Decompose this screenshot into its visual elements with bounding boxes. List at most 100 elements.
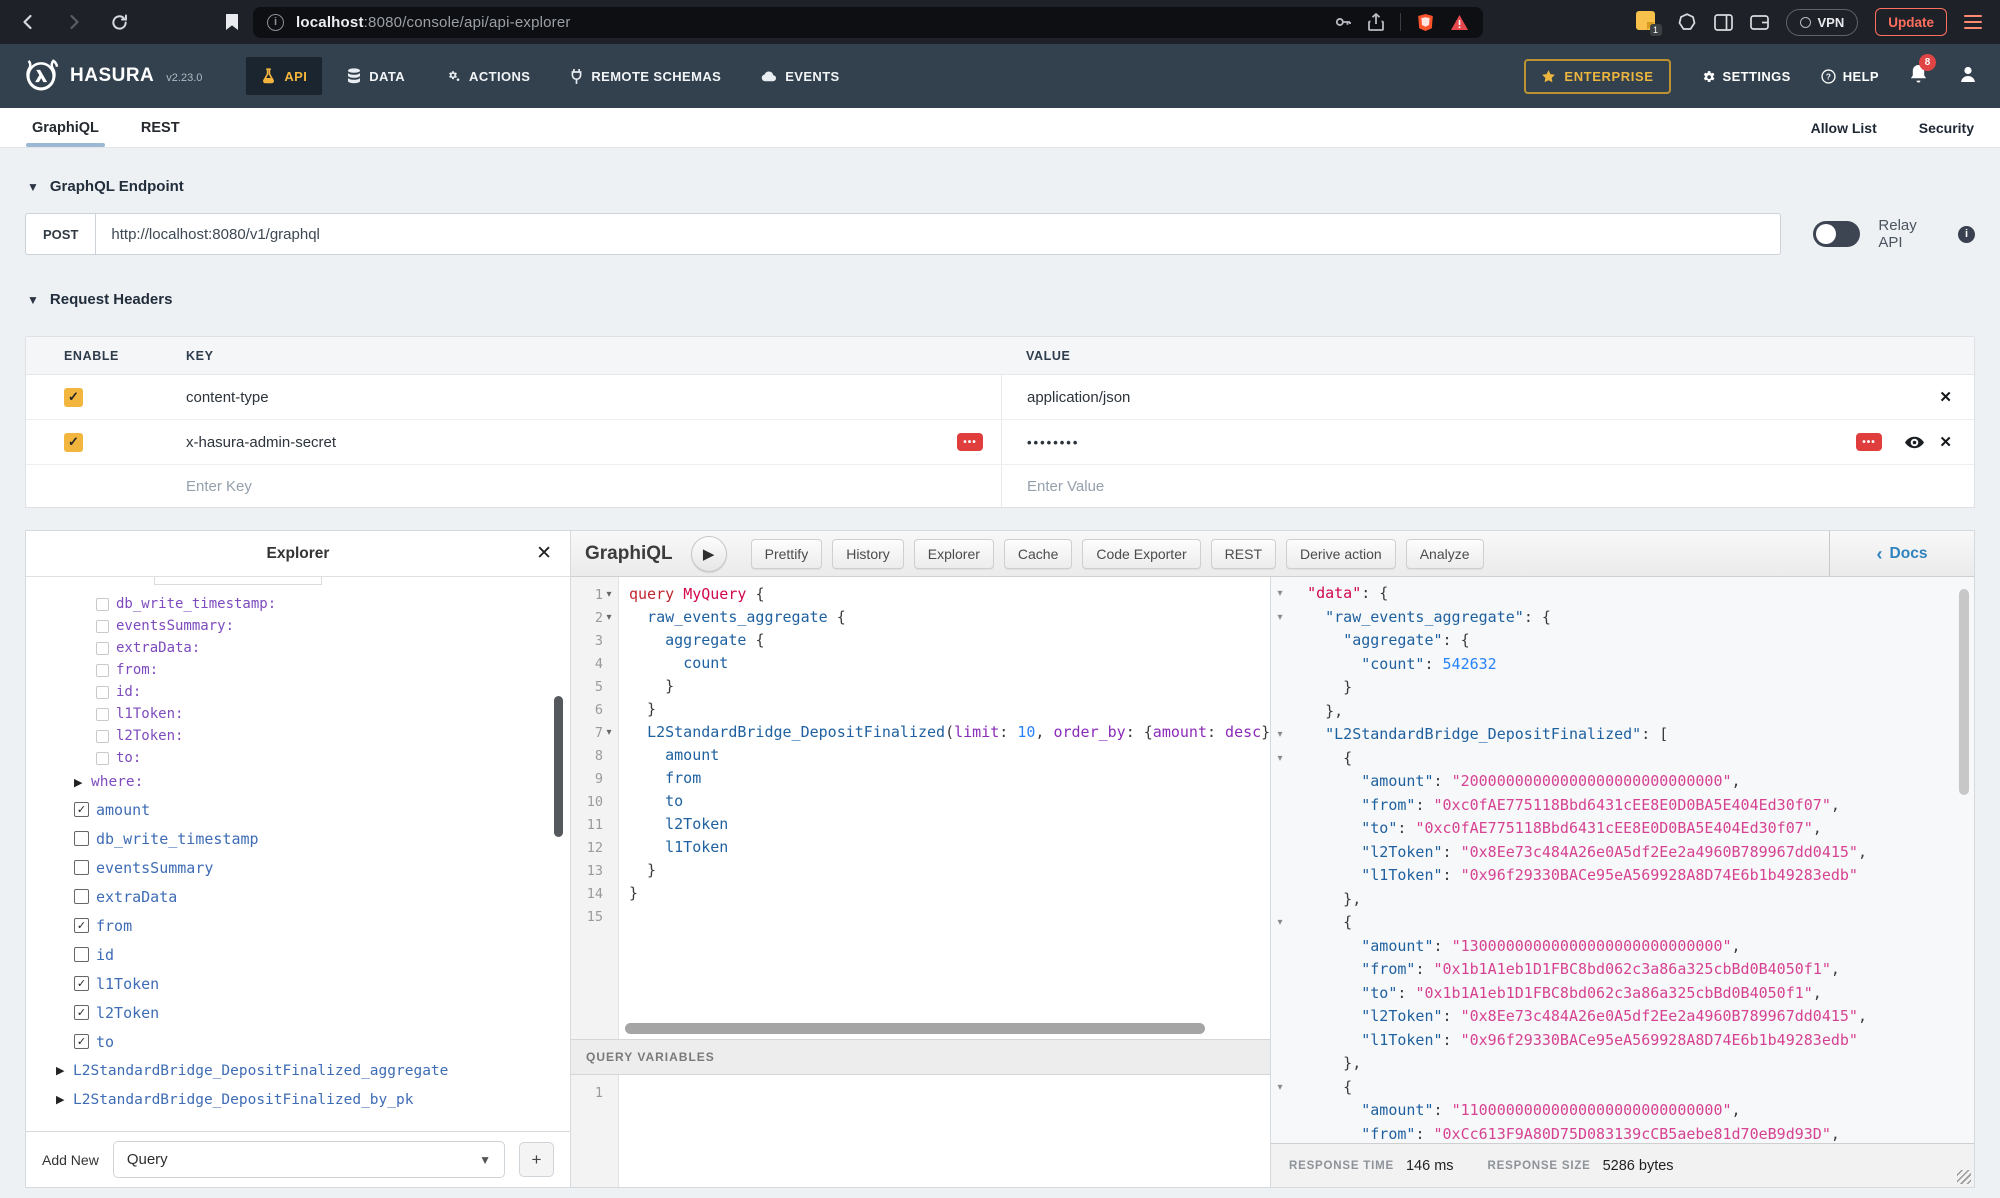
- code-exporter-button[interactable]: Code Exporter: [1082, 539, 1200, 569]
- back-icon[interactable]: [18, 12, 38, 32]
- menu-icon[interactable]: [1964, 15, 1982, 30]
- explorer-node-l2standardbridge-depositfinalized-aggregate[interactable]: ▶L2StandardBridge_DepositFinalized_aggre…: [26, 1056, 570, 1085]
- sidebar-icon[interactable]: [1714, 14, 1733, 31]
- query-editor[interactable]: 1▾2▾34567▾89101112131415 query MyQuery {…: [571, 577, 1270, 1039]
- explorer-field-eventssummary[interactable]: eventsSummary: [26, 853, 570, 882]
- checkbox-unchecked[interactable]: [74, 860, 89, 875]
- remove-header-button[interactable]: ✕: [1939, 433, 1952, 451]
- wallet-icon[interactable]: [1750, 14, 1769, 31]
- masked-badge[interactable]: •••: [957, 433, 983, 451]
- checkbox-checked[interactable]: ✓: [74, 918, 89, 933]
- rest-button[interactable]: REST: [1211, 539, 1276, 569]
- site-info-icon[interactable]: i: [267, 14, 284, 31]
- extension-shape-icon[interactable]: [1677, 12, 1697, 32]
- warning-triangle-icon[interactable]: [1450, 14, 1469, 31]
- explorer-field-tree[interactable]: db_write_timestamp:eventsSummary:extraDa…: [26, 577, 570, 1131]
- checkbox-unchecked[interactable]: [96, 730, 109, 743]
- vpn-button[interactable]: VPN: [1786, 9, 1859, 36]
- editor-horizontal-scrollbar[interactable]: [625, 1023, 1205, 1034]
- explorer-button[interactable]: Explorer: [914, 539, 994, 569]
- key-input[interactable]: Enter Key: [186, 478, 252, 495]
- cache-button[interactable]: Cache: [1004, 539, 1072, 569]
- eye-icon[interactable]: [1905, 436, 1924, 453]
- explorer-arg-from[interactable]: from:: [26, 659, 570, 681]
- help-button[interactable]: ? HELP: [1821, 69, 1879, 84]
- checkbox-unchecked[interactable]: [96, 686, 109, 699]
- prettify-button[interactable]: Prettify: [751, 539, 823, 569]
- explorer-arg-db-write-timestamp[interactable]: db_write_timestamp:: [26, 593, 570, 615]
- account-button[interactable]: [1958, 64, 1978, 89]
- explorer-arg-to[interactable]: to:: [26, 747, 570, 769]
- key-icon[interactable]: [1334, 13, 1352, 31]
- nav-item-events[interactable]: EVENTS: [746, 58, 854, 95]
- explorer-arg-eventssummary[interactable]: eventsSummary:: [26, 615, 570, 637]
- nav-item-data[interactable]: DATA: [332, 57, 420, 95]
- checkbox-checked[interactable]: ✓: [74, 802, 89, 817]
- notifications-button[interactable]: 8: [1909, 63, 1928, 89]
- checkbox-unchecked[interactable]: [74, 947, 89, 962]
- graphql-endpoint-section-header[interactable]: ▼ GraphQL Endpoint: [27, 178, 1973, 195]
- request-headers-section-header[interactable]: ▼ Request Headers: [27, 291, 1973, 308]
- checkbox-unchecked[interactable]: [96, 620, 109, 633]
- checkbox-checked[interactable]: ✓: [74, 1005, 89, 1020]
- address-bar[interactable]: i localhost:8080/console/api/api-explore…: [253, 7, 1483, 38]
- enterprise-button[interactable]: ENTERPRISE: [1524, 59, 1670, 94]
- response-viewer[interactable]: ▾▾▾▾▾▾ "data": { "raw_events_aggregate":…: [1271, 577, 1974, 1143]
- bookmark-icon[interactable]: [225, 13, 239, 31]
- checkbox-unchecked[interactable]: [96, 642, 109, 655]
- history-button[interactable]: History: [832, 539, 904, 569]
- checkbox-unchecked[interactable]: [96, 708, 109, 721]
- explorer-arg-id[interactable]: id:: [26, 681, 570, 703]
- tab-graphiql[interactable]: GraphiQL: [26, 108, 105, 147]
- header-value[interactable]: ••••••••: [1027, 435, 1079, 450]
- checkbox-unchecked[interactable]: [96, 664, 109, 677]
- relay-api-toggle[interactable]: [1813, 221, 1861, 247]
- checkbox-checked[interactable]: ✓: [74, 976, 89, 991]
- explorer-arg-l1token[interactable]: l1Token:: [26, 703, 570, 725]
- close-icon[interactable]: ✕: [536, 542, 552, 565]
- masked-badge[interactable]: •••: [1856, 433, 1882, 451]
- explorer-field-to[interactable]: ✓to: [26, 1027, 570, 1056]
- explorer-field-extradata[interactable]: extraData: [26, 882, 570, 911]
- checkbox-unchecked[interactable]: [96, 752, 109, 765]
- header-key[interactable]: x-hasura-admin-secret: [186, 434, 336, 451]
- operation-type-select[interactable]: Query ▼: [113, 1141, 505, 1178]
- explorer-field-amount[interactable]: ✓amount: [26, 795, 570, 824]
- checkbox-unchecked[interactable]: [74, 889, 89, 904]
- forward-icon[interactable]: [64, 12, 84, 32]
- update-button[interactable]: Update: [1875, 8, 1947, 36]
- explorer-scrollbar[interactable]: [554, 696, 563, 837]
- value-input[interactable]: Enter Value: [1027, 478, 1104, 495]
- query-variables-editor[interactable]: 1: [571, 1075, 1270, 1187]
- analyze-button[interactable]: Analyze: [1406, 539, 1484, 569]
- graphql-endpoint-input[interactable]: http://localhost:8080/v1/graphql: [95, 213, 1780, 255]
- explorer-field-l2token[interactable]: ✓l2Token: [26, 998, 570, 1027]
- checkbox-unchecked[interactable]: [96, 598, 109, 611]
- checkbox-checked[interactable]: ✓: [74, 1034, 89, 1049]
- nav-item-remote-schemas[interactable]: REMOTE SCHEMAS: [555, 57, 736, 95]
- nav-item-api[interactable]: API: [246, 57, 322, 95]
- checkbox-unchecked[interactable]: [74, 831, 89, 846]
- header-key[interactable]: content-type: [186, 389, 269, 406]
- reload-icon[interactable]: [110, 13, 129, 32]
- nav-item-actions[interactable]: ACTIONS: [430, 58, 545, 95]
- add-operation-button[interactable]: +: [519, 1142, 554, 1177]
- security-link[interactable]: Security: [1919, 120, 1974, 136]
- header-value[interactable]: application/json: [1027, 389, 1130, 406]
- explorer-field-id[interactable]: id: [26, 940, 570, 969]
- info-icon[interactable]: i: [1958, 226, 1975, 243]
- explorer-field-db-write-timestamp[interactable]: db_write_timestamp: [26, 824, 570, 853]
- remove-header-button[interactable]: ✕: [1939, 388, 1952, 406]
- share-icon[interactable]: [1368, 13, 1384, 31]
- enable-checkbox[interactable]: ✓: [64, 433, 83, 452]
- notes-extension-icon[interactable]: 1: [1636, 11, 1660, 33]
- explorer-node-l2standardbridge-depositfinalized-by-pk[interactable]: ▶L2StandardBridge_DepositFinalized_by_pk: [26, 1085, 570, 1114]
- execute-query-button[interactable]: ▶: [691, 536, 727, 572]
- tab-rest[interactable]: REST: [135, 108, 186, 147]
- derive-action-button[interactable]: Derive action: [1286, 539, 1396, 569]
- hasura-logo[interactable]: HASURA v2.23.0: [22, 57, 202, 95]
- brave-shield-icon[interactable]: [1417, 13, 1434, 32]
- explorer-arg-extradata[interactable]: extraData:: [26, 637, 570, 659]
- response-scrollbar[interactable]: [1959, 589, 1969, 795]
- allow-list-link[interactable]: Allow List: [1811, 120, 1877, 136]
